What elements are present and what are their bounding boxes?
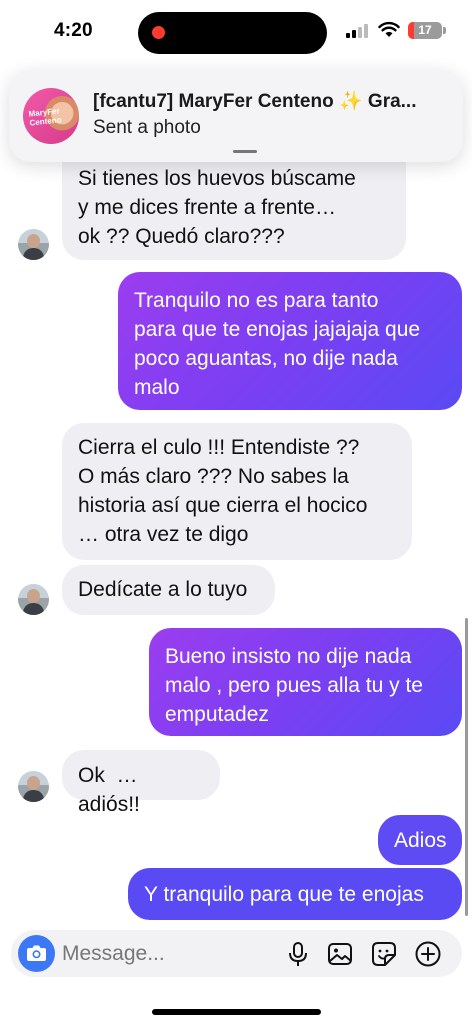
camera-button[interactable] <box>18 935 55 972</box>
message-input[interactable] <box>62 938 282 969</box>
wifi-icon <box>378 21 400 37</box>
outgoing-message[interactable]: Bueno insisto no dije nada malo , pero p… <box>149 628 462 736</box>
outgoing-message[interactable]: Adios <box>378 815 462 865</box>
home-indicator[interactable] <box>152 1009 321 1015</box>
notification-banner[interactable]: MaryFer Centeno [fcantu7] MaryFer Centen… <box>9 70 463 162</box>
notification-subtitle: Sent a photo <box>93 117 201 138</box>
outgoing-message[interactable]: Y tranquilo para que te enojas <box>128 868 462 920</box>
sender-avatar[interactable] <box>18 229 49 260</box>
camera-icon <box>27 945 46 961</box>
scrollbar[interactable] <box>465 618 468 916</box>
message-composer <box>11 930 462 977</box>
signal-icon <box>346 24 372 38</box>
outgoing-message[interactable]: Tranquilo no es para tanto para que te e… <box>118 272 462 410</box>
incoming-message[interactable]: Dedícate a lo tuyo <box>62 565 275 615</box>
sticker-icon[interactable] <box>370 940 398 968</box>
battery-icon: 17 <box>408 22 442 39</box>
status-time: 4:20 <box>54 20 93 41</box>
plus-circle-icon[interactable] <box>414 940 442 968</box>
notification-grabber[interactable] <box>233 150 257 153</box>
recording-indicator-icon <box>152 26 165 39</box>
incoming-message[interactable]: Cierra el culo !!! Entendiste ?? O más c… <box>62 423 412 560</box>
notification-title: [fcantu7] MaryFer Centeno ✨ Gra... <box>93 91 417 112</box>
gallery-icon[interactable] <box>326 940 354 968</box>
microphone-icon[interactable] <box>284 940 312 968</box>
dynamic-island <box>138 12 327 54</box>
sender-avatar[interactable] <box>18 584 49 615</box>
status-bar: 4:20 17 <box>0 0 472 64</box>
avatar-logo-text: MaryFer Centeno <box>28 106 62 128</box>
battery-percent: 17 <box>418 23 432 37</box>
battery-cap <box>443 27 446 34</box>
sender-avatar[interactable] <box>18 771 49 802</box>
notification-avatar: MaryFer Centeno <box>23 88 79 144</box>
incoming-message[interactable]: Ok … adiós!! <box>62 750 220 816</box>
